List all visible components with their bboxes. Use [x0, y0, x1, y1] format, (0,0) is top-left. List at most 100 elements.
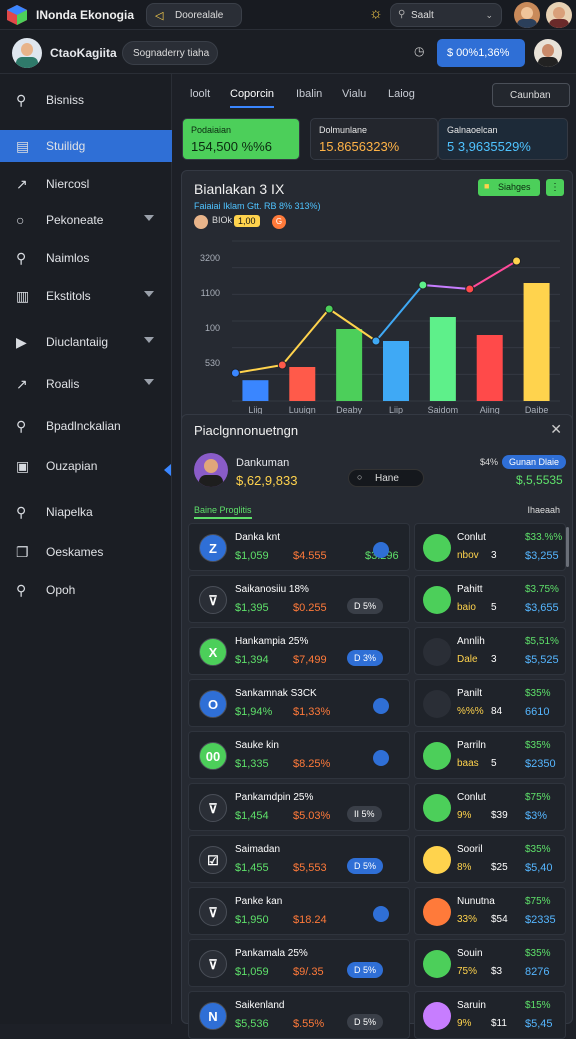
sun-icon[interactable]: ☼ — [369, 5, 383, 22]
sidebar-item-5[interactable]: ⚲ Naimlos — [0, 242, 172, 274]
chevron-down-icon[interactable] — [144, 215, 154, 221]
stat-card[interactable]: Podaiaian 154,500 %%6 — [182, 118, 300, 160]
circle-icon: ○ — [16, 212, 25, 228]
table-row[interactable]: ⊽ Pankamdpin 25% $1,454 $5.03% II 5% — [188, 783, 410, 831]
row-right-name: Nunutna — [457, 896, 495, 907]
avatar[interactable] — [534, 39, 562, 67]
table-row[interactable]: Pahitt baio 5 $3.75% $3,655 — [414, 575, 566, 623]
tab-5[interactable]: Laiog — [388, 88, 415, 100]
table-row[interactable]: ⊽ Pankamala 25% $1,059 $9/.35 D 5% — [188, 939, 410, 987]
tab-1[interactable]: loolt — [190, 88, 210, 100]
line-segment — [422, 284, 470, 290]
table-row[interactable]: N Saikenland $5,536 $.55% D 5% — [188, 991, 410, 1039]
table-row[interactable]: ⊽ Panke kan $1,950 $18.24 — [188, 887, 410, 935]
row-right-name: Saruin — [457, 1000, 486, 1011]
table-row[interactable]: O Sankamnak S3CK $1,94% $1,33% — [188, 679, 410, 727]
row-right-name: Souin — [457, 948, 483, 959]
tab-4[interactable]: Vialu — [342, 88, 366, 100]
sidebar-item-13[interactable]: ⚲ Opoh — [0, 574, 172, 606]
status-badge[interactable]: D 5% — [347, 962, 384, 978]
status-badge[interactable]: D 3% — [347, 650, 384, 666]
avatar[interactable] — [546, 2, 572, 28]
info-icon[interactable] — [373, 542, 389, 558]
stat-card[interactable]: Dolmunlane 15.8656323% — [310, 118, 438, 160]
status-badge[interactable]: D 5% — [347, 1014, 384, 1030]
table-row[interactable]: Panilt%%% 84 $35% 6610 — [414, 679, 566, 727]
info-icon[interactable] — [373, 750, 389, 766]
table-row[interactable]: ZDanka knt$1,059$4.555$3.296 — [188, 523, 410, 571]
balance-button[interactable]: $ 00%1,36% — [437, 39, 525, 67]
panel-user: Dankuman — [236, 457, 290, 469]
toggle-field[interactable]: ○ Hane — [348, 469, 424, 487]
row-avatar-icon — [423, 742, 451, 770]
row-value-1: $1,335 — [235, 758, 269, 770]
sidebar-collapse-marker[interactable] — [164, 464, 171, 476]
grid-icon: ▣ — [16, 458, 30, 474]
row-icon: ⊽ — [199, 794, 227, 822]
document-selector[interactable]: ◁ Doorealale — [146, 3, 242, 27]
table-row[interactable]: Nunutna 33% $54 $75% $2335 — [414, 887, 566, 935]
chart-chip-1[interactable] — [194, 215, 208, 229]
row-right-name: Pahitt — [457, 584, 483, 595]
info-icon[interactable] — [373, 906, 389, 922]
sidebar-item-12[interactable]: ❐ Oeskames — [0, 536, 172, 568]
row-right-value: $3,655 — [525, 602, 559, 614]
sidebar-item-2[interactable]: ▤ Stuilidg — [0, 130, 172, 162]
chevron-down-icon[interactable] — [144, 291, 154, 297]
table-row[interactable]: Annlih Dale 3 $5,51% $5,525 — [414, 627, 566, 675]
chart-chip-2[interactable]: BIOk — [212, 215, 232, 225]
chart-chip-4[interactable]: G — [272, 215, 286, 229]
table-row[interactable]: Souin 75% $3 $35% 8276 — [414, 939, 566, 987]
info-icon[interactable] — [373, 698, 389, 714]
table-row[interactable]: 00 Sauke kin $1,335 $8.25% — [188, 731, 410, 779]
sidebar-item-10[interactable]: ▣ Ouzapian — [0, 450, 172, 482]
table-row[interactable]: Conlut nbov 3 $33.%% $3,255 — [414, 523, 566, 571]
chart-chip-3[interactable]: 1,00 — [234, 215, 260, 227]
chevron-down-icon[interactable] — [144, 337, 154, 343]
status-badge[interactable]: D 5% — [347, 858, 384, 874]
status-badge[interactable]: II 5% — [347, 806, 382, 822]
sidebar-item-4[interactable]: ○ Pekoneate — [0, 204, 172, 236]
clock-icon[interactable]: ◷ — [414, 44, 424, 58]
tab-action-button[interactable]: Caunban — [492, 83, 570, 107]
row-value-2: $5,553 — [293, 862, 327, 874]
profile-pill[interactable]: Sognaderry tiaha — [122, 41, 218, 65]
table-row[interactable]: X Hankampia 25% $1,394 $7,499 D 3% — [188, 627, 410, 675]
sidebar-item-11[interactable]: ⚲ Niapelka — [0, 496, 172, 528]
sidebar-item-6[interactable]: ▥ Ekstitols — [0, 280, 172, 312]
tab-2[interactable]: Coporcin — [230, 88, 275, 108]
tab-3[interactable]: Ibalin — [296, 88, 322, 100]
stat-title: Podaiaian — [191, 125, 232, 135]
table-row[interactable]: Parriln baas 5 $35% $2350 — [414, 731, 566, 779]
search-input[interactable]: Saalt — [411, 10, 434, 21]
stat-card[interactable]: Galnaoelcan 5 3,9635529% — [438, 118, 568, 160]
avatar[interactable] — [12, 38, 42, 68]
search-field[interactable]: ⚲ Saalt ⌄ — [390, 3, 502, 27]
sidebar-item-label: Niercosl — [46, 177, 90, 191]
sidebar-item-7[interactable]: ▶ Diuclantaiig — [0, 326, 172, 358]
avatar[interactable] — [514, 2, 540, 28]
scrollbar[interactable] — [566, 527, 569, 567]
sidebar-item-1[interactable]: ⚲ Bisniss — [0, 84, 172, 116]
chart-bar — [429, 317, 456, 401]
table-row[interactable]: Saruin 9% $11 $15% $5,45 — [414, 991, 566, 1039]
sidebar-item-9[interactable]: ⚲ Bpadlnckalian — [0, 410, 172, 442]
status-badge[interactable]: Gunan Dlaie — [502, 455, 567, 469]
chevron-down-icon: ⌄ — [485, 10, 493, 20]
table-row[interactable]: ☑ Saimadan $1,455 $5,553 D 5% — [188, 835, 410, 883]
close-icon[interactable]: ✕ — [550, 421, 562, 438]
row-right-top: $35% — [525, 688, 551, 699]
table-row[interactable]: ⊽ Saikanosiiu 18% $1,395 $0.255 D 5% — [188, 575, 410, 623]
legend-button[interactable]: ■ Siahges — [478, 179, 540, 196]
avatar[interactable] — [194, 453, 228, 487]
more-button[interactable]: ⋮ — [546, 179, 564, 196]
sidebar-item-8[interactable]: ↗ Roalis — [0, 368, 172, 400]
search-icon: ⚲ — [16, 92, 27, 108]
table-row[interactable]: Sooril 8% $25 $35% $5,40 — [414, 835, 566, 883]
status-badge[interactable]: D 5% — [347, 598, 384, 614]
y-tick-label: 100 — [205, 323, 220, 333]
sidebar-item-3[interactable]: ↗ Niercosl — [0, 168, 172, 200]
line-chart-icon: ↗ — [16, 376, 28, 392]
table-row[interactable]: Conlut 9% $39 $75% $3% — [414, 783, 566, 831]
chevron-down-icon[interactable] — [144, 379, 154, 385]
